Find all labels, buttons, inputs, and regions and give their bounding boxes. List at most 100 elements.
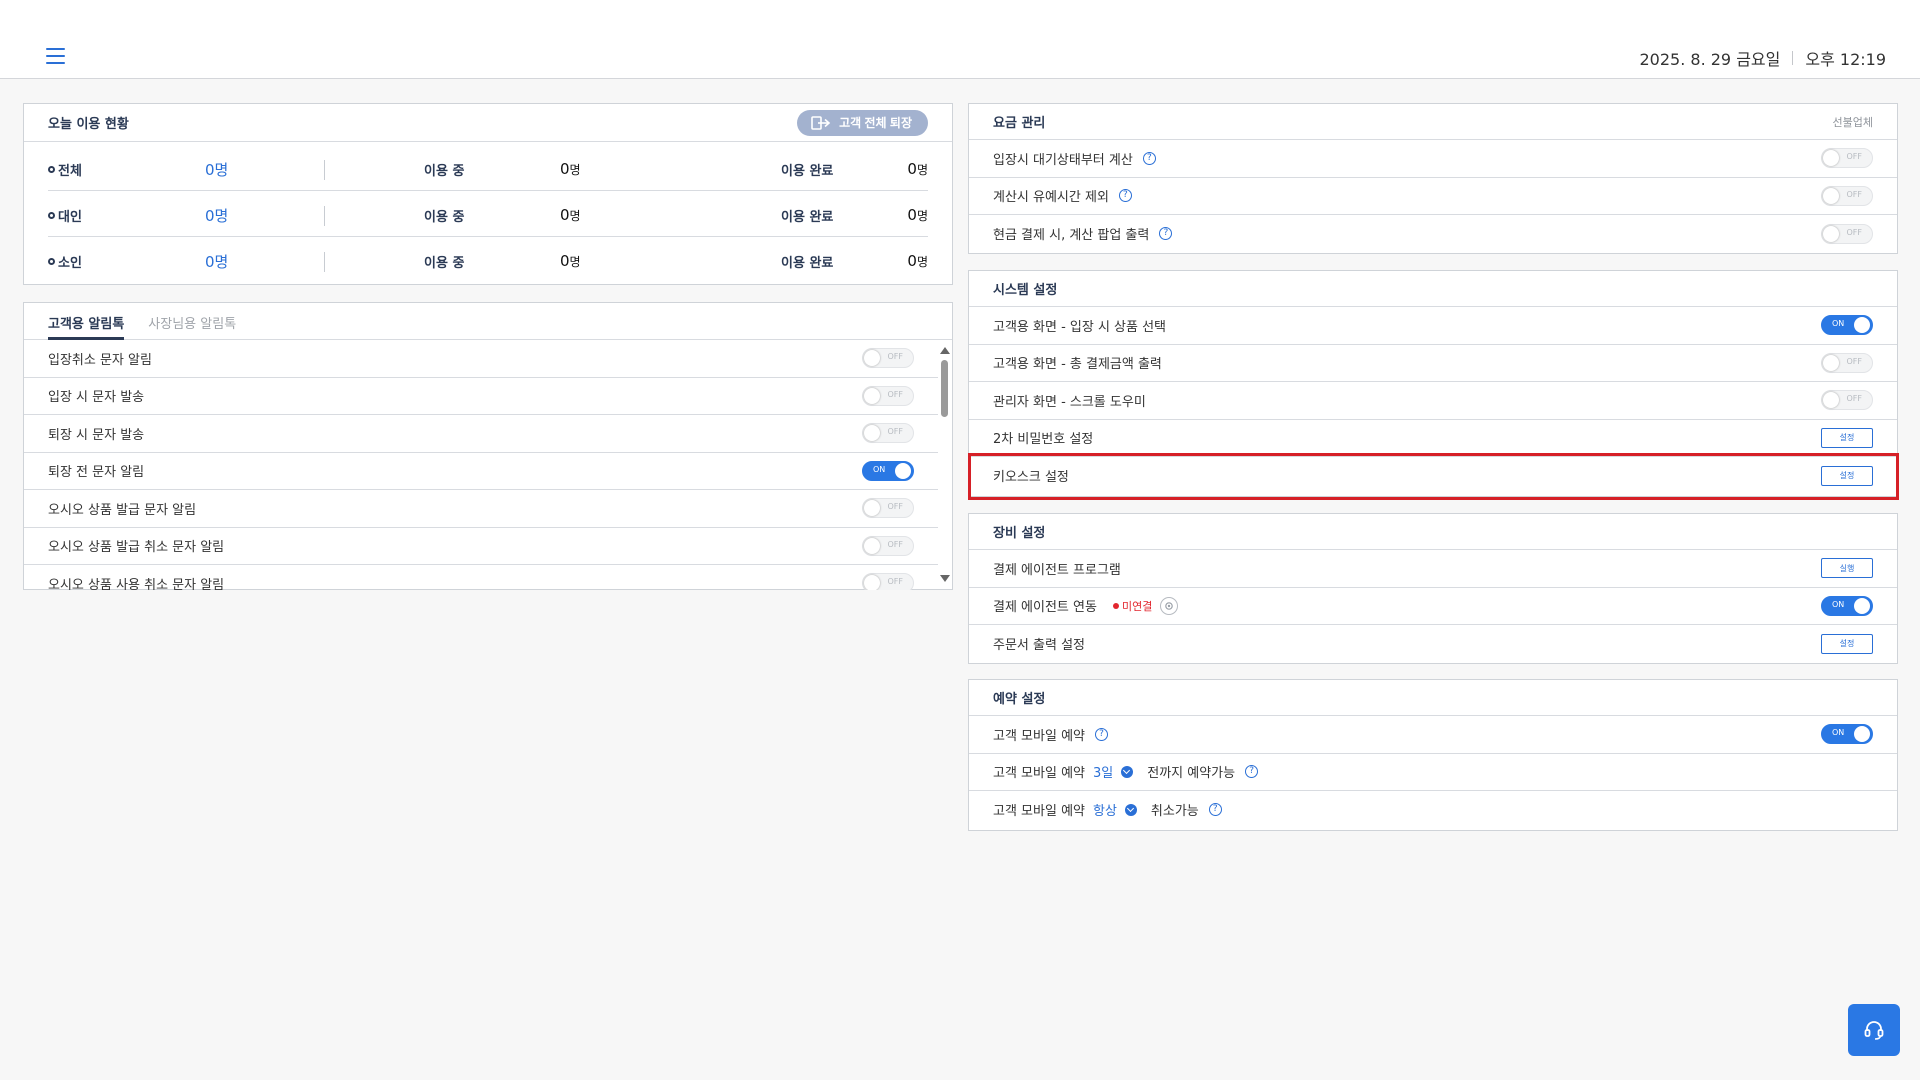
item-label: 오시오 상품 발급 문자 알림	[48, 502, 197, 518]
setting-label: 결제 에이전트 연동	[993, 600, 1097, 616]
done-label: 이용 완료	[781, 163, 834, 179]
in-use-label: 이용 중	[424, 209, 465, 225]
scroll-thumb[interactable]	[941, 360, 948, 417]
toggle-switch[interactable]: OFF	[1821, 223, 1873, 244]
chevron-down-icon[interactable]	[1121, 765, 1134, 778]
usage-total: 0명	[205, 160, 229, 179]
setting-row: 주문서 출력 설정 설정	[969, 625, 1897, 663]
toggle-switch[interactable]: OFF	[862, 348, 914, 369]
item-label: 퇴장 전 문자 알림	[48, 465, 145, 481]
toggle-switch[interactable]: OFF	[862, 498, 914, 519]
toggle-knob	[1854, 726, 1870, 743]
toggle-knob	[895, 462, 911, 479]
help-icon[interactable]: ?	[1159, 227, 1173, 241]
alimtalk-list: 입장취소 문자 알림 OFF 입장 시 문자 발송 OFF 퇴장 시 문자 발송…	[24, 340, 938, 590]
setting-row: 결제 에이전트 연동 미연결 ON	[969, 588, 1897, 625]
customer-support-button[interactable]	[1848, 1004, 1900, 1056]
time-text: 오후 12:19	[1805, 50, 1886, 69]
toggle-switch[interactable]: OFF	[1821, 148, 1873, 169]
toggle-knob	[1854, 597, 1870, 614]
tab-customer-alimtalk[interactable]: 고객용 알림톡	[48, 303, 125, 340]
toggle-switch[interactable]: ON	[1821, 315, 1873, 336]
usage-row-total: 전체 0명 이용 중 0명 이용 완료 0명	[48, 146, 928, 192]
panel-title: 시스템 설정	[993, 283, 1058, 298]
run-agent-button[interactable]: 실행	[1821, 558, 1873, 579]
toggle-knob	[864, 387, 880, 404]
scrollbar[interactable]	[936, 340, 952, 590]
toggle-switch[interactable]: OFF	[862, 573, 914, 590]
usage-label: 대인	[58, 209, 82, 225]
menu-icon[interactable]	[46, 48, 65, 64]
item-label: 입장 시 문자 발송	[48, 390, 145, 406]
toggle-switch[interactable]: OFF	[862, 535, 914, 556]
setting-row: 고객용 화면 - 총 결제금액 출력 OFF	[969, 345, 1897, 382]
toggle-knob	[1823, 187, 1839, 204]
second-password-settings-button[interactable]: 설정	[1821, 427, 1873, 448]
toggle-knob	[1854, 317, 1870, 334]
toggle-text: OFF	[1846, 189, 1863, 199]
kiosk-settings-button[interactable]: 설정	[1821, 465, 1873, 486]
exit-icon	[811, 115, 831, 130]
system-settings-panel: 시스템 설정 고객용 화면 - 입장 시 상품 선택 ON 고객용 화면 - 총…	[968, 270, 1898, 497]
item-label: 퇴장 시 문자 발송	[48, 427, 145, 443]
setting-label: 관리자 화면 - 스크롤 도우미	[993, 394, 1146, 410]
setting-row: 결제 에이전트 프로그램 실행	[969, 550, 1897, 588]
in-use-label: 이용 중	[424, 163, 465, 179]
status-dot-icon	[1112, 602, 1119, 609]
toggle-switch[interactable]: ON	[1821, 595, 1873, 616]
setting-row: 현금 결제 시, 계산 팝업 출력? OFF	[969, 215, 1897, 253]
setting-row: 2차 비밀번호 설정 설정	[969, 420, 1897, 457]
setting-label: 주문서 출력 설정	[993, 638, 1085, 654]
toggle-text: OFF	[887, 502, 904, 512]
help-icon[interactable]: ?	[1095, 727, 1108, 741]
toggle-knob	[1823, 392, 1839, 409]
toggle-text: ON	[1832, 728, 1845, 738]
setting-row: 입장시 대기상태부터 계산? OFF	[969, 140, 1897, 178]
toggle-switch[interactable]: OFF	[862, 385, 914, 406]
exit-all-customers-button[interactable]: 고객 전체 퇴장	[797, 109, 928, 136]
tab-owner-alimtalk[interactable]: 사장님용 알림톡	[148, 303, 236, 340]
bullet-icon	[48, 165, 55, 173]
chevron-down-icon[interactable]	[1124, 803, 1137, 816]
today-usage-panel: 오늘 이용 현황 고객 전체 퇴장 전체 0명 이용 중 0명 이용 완료 0명…	[23, 103, 953, 285]
help-icon[interactable]: ?	[1245, 765, 1259, 779]
divider	[48, 190, 928, 191]
toggle-switch[interactable]: OFF	[1821, 185, 1873, 206]
toggle-switch[interactable]: OFF	[1821, 390, 1873, 411]
help-icon[interactable]: ?	[1118, 189, 1132, 203]
list-item: 오시오 상품 사용 취소 문자 알림 OFF	[24, 565, 938, 590]
setting-label: 고객 모바일 예약	[993, 728, 1085, 744]
item-label: 오시오 상품 사용 취소 문자 알림	[48, 577, 225, 590]
toggle-switch[interactable]: OFF	[862, 423, 914, 444]
prepaid-vendor-link[interactable]: 선불업체	[1833, 114, 1873, 130]
panel-title: 요금 관리	[993, 116, 1046, 131]
reserve-days-select[interactable]: 3일	[1093, 762, 1113, 781]
toggle-switch[interactable]: ON	[862, 460, 914, 481]
scroll-down-icon[interactable]	[940, 575, 950, 582]
panel-title: 장비 설정	[993, 526, 1046, 541]
cancel-policy-select[interactable]: 항상	[1093, 800, 1117, 819]
usage-label: 전체	[58, 163, 82, 179]
toggle-text: OFF	[1846, 356, 1863, 366]
fee-management-panel: 요금 관리 선불업체 입장시 대기상태부터 계산? OFF 계산시 유예시간 제…	[968, 103, 1898, 254]
usage-row-adult: 대인 0명 이용 중 0명 이용 완료 0명	[48, 192, 928, 238]
help-icon[interactable]: ?	[1208, 803, 1222, 817]
in-use-value: 0명	[560, 160, 581, 178]
divider	[1792, 51, 1794, 65]
toggle-switch[interactable]: ON	[1821, 724, 1873, 745]
toggle-knob	[1823, 354, 1839, 371]
help-icon[interactable]: ?	[1142, 151, 1156, 165]
toggle-text: OFF	[887, 427, 904, 437]
toggle-text: OFF	[887, 352, 904, 362]
divider	[324, 252, 325, 272]
setting-label: 현금 결제 시, 계산 팝업 출력	[993, 228, 1150, 244]
scroll-up-icon[interactable]	[940, 347, 950, 354]
toggle-switch[interactable]: OFF	[1821, 352, 1873, 373]
list-item: 입장 시 문자 발송 OFF	[24, 378, 938, 415]
date-text: 2025. 8. 29 금요일	[1639, 50, 1781, 69]
setting-label: 입장시 대기상태부터 계산	[993, 152, 1133, 168]
gear-icon[interactable]	[1160, 596, 1179, 615]
usage-label: 소인	[58, 255, 82, 271]
setting-row: 고객용 화면 - 입장 시 상품 선택 ON	[969, 307, 1897, 345]
order-print-settings-button[interactable]: 설정	[1821, 633, 1873, 654]
